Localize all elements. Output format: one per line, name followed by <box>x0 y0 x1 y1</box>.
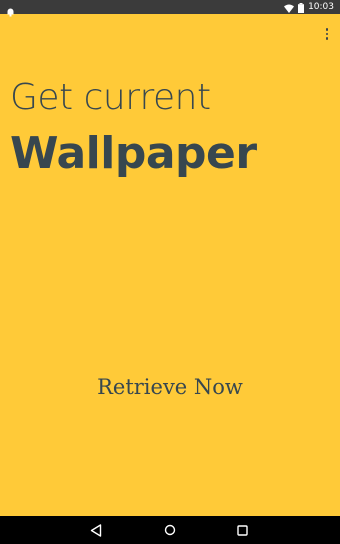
wifi-icon <box>284 0 295 17</box>
status-icons: 10:03 <box>284 0 334 14</box>
navigation-bar <box>0 516 340 544</box>
android-icon <box>6 2 15 21</box>
battery-icon <box>298 0 305 17</box>
retrieve-now-button[interactable]: Retrieve Now <box>0 370 340 404</box>
page-title-line1: Get current <box>10 77 211 118</box>
overflow-menu-icon[interactable] <box>320 24 334 44</box>
recents-icon[interactable] <box>234 522 250 538</box>
page-title-line2: Wallpaper <box>10 128 257 179</box>
back-icon[interactable] <box>88 522 104 538</box>
status-bar: 10:03 <box>0 0 340 17</box>
status-time: 10:03 <box>308 2 334 12</box>
home-icon[interactable] <box>162 522 178 538</box>
